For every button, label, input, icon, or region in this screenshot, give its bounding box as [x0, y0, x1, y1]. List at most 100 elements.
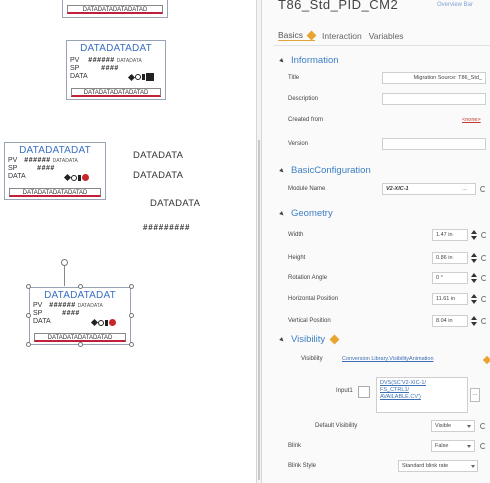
graphic-canvas[interactable]: DATADATADATADATAD DATADATADAT PV ###### …	[0, 0, 256, 483]
resize-handle-nw[interactable]	[26, 284, 31, 289]
height-label: Height	[288, 255, 306, 261]
reset-icon[interactable]	[480, 443, 486, 449]
alarm-red-icon	[109, 319, 116, 326]
input1-expression-field[interactable]: DVS(SC'V2-XIC-1/ FS_CTRL1/ AVAILABLE.CV'…	[376, 377, 468, 413]
reset-icon[interactable]	[481, 296, 487, 302]
reset-icon[interactable]	[481, 232, 487, 238]
description-field[interactable]	[382, 93, 486, 105]
chevron-down-icon	[471, 465, 475, 468]
data-row: DATA	[70, 73, 88, 81]
resize-handle-sw[interactable]	[26, 342, 31, 347]
collapse-triangle-icon	[279, 167, 285, 174]
resize-handle-e[interactable]	[129, 313, 134, 318]
faceplate-title: DATADATADAT	[44, 290, 116, 301]
canvas-text-1[interactable]: DATADATA	[133, 150, 183, 161]
width-spinner[interactable]	[471, 229, 477, 241]
reset-icon[interactable]	[481, 318, 487, 324]
title-field[interactable]: Migration Source: T86_Std_	[382, 72, 486, 84]
faceplate-footer: DATADATADATADATAD	[71, 88, 161, 97]
circle-icon	[135, 74, 141, 80]
reset-icon[interactable]	[480, 423, 486, 429]
rotation-handle[interactable]	[61, 259, 68, 266]
tabs-divider	[274, 45, 490, 46]
rotation-field[interactable]: 0 °	[432, 272, 468, 284]
section-basic-configuration[interactable]: BasicConfiguration	[279, 165, 371, 176]
canvas-text-3[interactable]: DATADATA	[150, 198, 200, 209]
status-icons	[63, 173, 89, 182]
faceplate-footer: DATADATADATADATAD	[9, 188, 101, 197]
collapse-triangle-icon	[279, 57, 285, 64]
faceplate-2[interactable]: DATADATADAT PV ###### DATADATA SP #### D…	[4, 142, 106, 200]
section-geometry[interactable]: Geometry	[279, 208, 333, 219]
pv-unit: DATADATA	[52, 158, 78, 164]
canvas-text-4[interactable]: #########	[143, 223, 190, 232]
blink-label: Blink	[288, 443, 302, 449]
status-icons	[90, 318, 116, 327]
reset-icon[interactable]	[480, 186, 486, 192]
chevron-down-icon	[467, 445, 471, 448]
diamond-icon	[63, 173, 72, 182]
tab-variables-label: Variables	[368, 30, 404, 41]
resize-handle-n[interactable]	[78, 284, 83, 289]
sp-row: SP ####	[8, 165, 55, 173]
blink-style-label: Blink Style	[288, 463, 317, 469]
version-field[interactable]	[382, 138, 486, 150]
blink-style-select[interactable]: Standard blink rate	[398, 460, 478, 472]
horizontal-position-spinner[interactable]	[471, 293, 477, 305]
section-information-label: Information	[291, 55, 339, 66]
resize-handle-s[interactable]	[78, 342, 83, 347]
rotation-label: Rotation Angle	[288, 275, 328, 281]
horizontal-position-field[interactable]: 11.61 in	[432, 293, 468, 305]
input1-line-2: FS_CTRL1/	[380, 387, 410, 393]
pv-unit: DATADATA	[77, 303, 103, 309]
diamond-icon	[127, 73, 136, 81]
created-from-label: Created from	[288, 117, 324, 123]
faceplate-partial-top[interactable]: DATADATADATADATAD	[62, 0, 168, 18]
input1-tag-browse-button[interactable]	[358, 386, 370, 398]
visibility-animation-link[interactable]: Conversion Library.VisibilityAnimation	[342, 356, 434, 362]
sp-value: ####	[62, 310, 80, 317]
description-label: Description	[288, 96, 319, 102]
pv-value: ######	[49, 302, 76, 309]
version-label: Version	[288, 141, 309, 147]
faceplate-1[interactable]: DATADATADAT PV ###### DATADATA SP #### D…	[66, 40, 166, 100]
collapse-triangle-icon	[279, 210, 285, 217]
section-basic-label: BasicConfiguration	[291, 165, 371, 176]
vertical-position-field[interactable]: 8.04 in	[432, 315, 468, 327]
section-visibility-label: Visibility	[291, 334, 326, 345]
pv-label: PV	[8, 157, 18, 164]
property-tabs: Basics Interaction Variables	[278, 30, 404, 41]
reset-icon[interactable]	[481, 275, 487, 281]
section-visibility[interactable]: Visibility	[279, 334, 340, 345]
width-label: Width	[288, 232, 304, 238]
horizontal-position-label: Horizontal Position	[288, 296, 339, 302]
tab-interaction[interactable]: Interaction	[322, 31, 362, 41]
bar-icon	[142, 74, 145, 80]
reset-icon[interactable]	[481, 255, 487, 261]
height-field[interactable]: 0.86 in	[432, 252, 468, 264]
resize-handle-w[interactable]	[26, 313, 31, 318]
canvas-text-2[interactable]: DATADATA	[133, 170, 183, 181]
bar-icon	[78, 174, 81, 181]
resize-handle-ne[interactable]	[129, 284, 134, 289]
tab-variables[interactable]: Variables	[369, 31, 404, 41]
splitter-grip[interactable]	[258, 140, 260, 480]
sp-label: SP	[33, 310, 43, 317]
width-field[interactable]: 1.47 in	[432, 229, 468, 241]
faceplate-footer: DATADATADATADATAD	[34, 333, 126, 342]
bar-icon	[105, 319, 108, 326]
faceplate-3-selected[interactable]: DATADATADAT PV ###### DATADATA SP #### D…	[29, 287, 131, 345]
sp-label: SP	[8, 165, 18, 172]
alarm-square-icon	[146, 73, 154, 81]
created-from-link[interactable]: <none>	[462, 117, 481, 123]
rotation-spinner[interactable]	[471, 272, 477, 284]
modified-diamond-icon	[329, 334, 340, 345]
input1-ellipsis-button[interactable]: ...	[470, 388, 480, 402]
resize-handle-se[interactable]	[129, 342, 134, 347]
module-name-ellipsis[interactable]: ...	[462, 186, 467, 192]
height-spinner[interactable]	[471, 252, 477, 264]
section-information[interactable]: Information	[279, 55, 339, 66]
tab-basics[interactable]: Basics	[278, 30, 317, 41]
vertical-position-spinner[interactable]	[471, 315, 477, 327]
object-subtitle: Overview Bar	[437, 2, 474, 8]
